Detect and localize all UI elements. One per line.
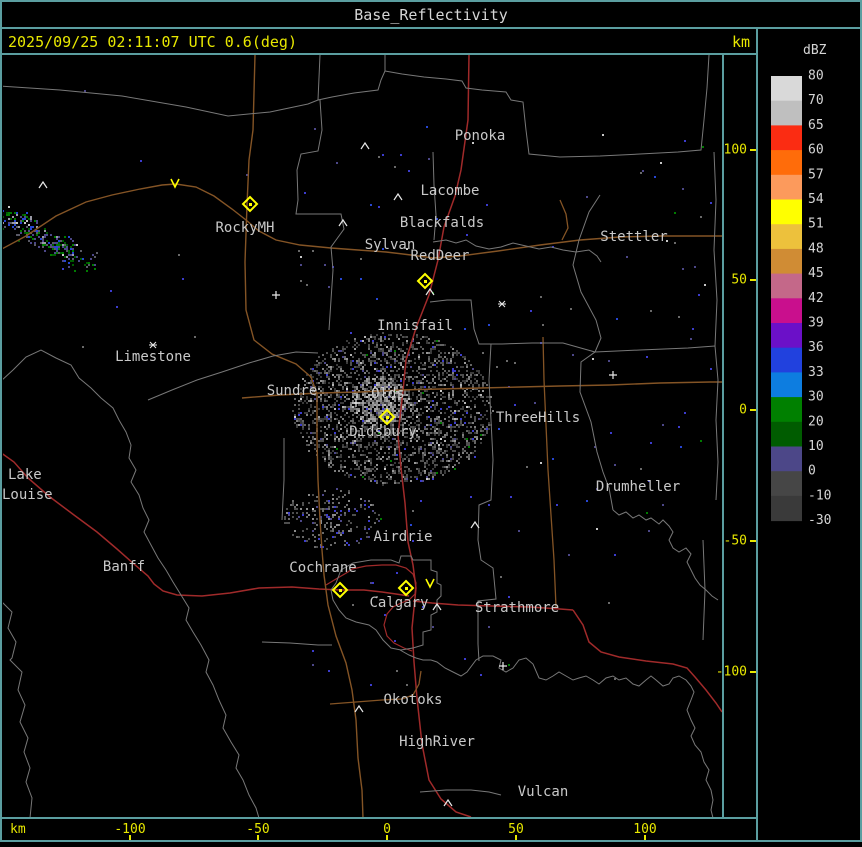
legend-label: 45 [808,266,824,281]
legend-label: 51 [808,217,824,232]
legend-label: 20 [808,414,824,429]
legend-swatch-33 [771,372,802,398]
legend-label: 36 [808,340,824,355]
x-axis-unit: km [10,822,26,837]
legend-swatch-0 [771,471,802,497]
legend-unit: dBZ [803,43,827,58]
title-bar: Base_Reflectivity [354,6,508,24]
city-label-okotoks: Okotoks [383,692,442,708]
city-label-vulcan: Vulcan [518,784,569,800]
city-label-cochrane: Cochrane [289,560,356,576]
legend-swatch-39 [771,323,802,349]
city-label-louise: Louise [2,487,53,503]
radar-application-window: Base_Reflectivity 2025/09/25 02:11:07 UT… [0,0,862,842]
city-label-reddeer: RedDeer [410,248,469,264]
y-tick-label: -50 [724,534,747,549]
legend-swatch-70 [771,100,802,126]
city-label-drumheller: Drumheller [596,479,680,495]
city-label-sylvan: Sylvan [365,237,416,253]
legend-swatch--10 [771,495,802,522]
legend-swatch-45 [771,273,802,299]
range-unit-label: km [732,33,750,51]
x-tick-label: -100 [114,822,145,837]
timestamp: 2025/09/25 02:11:07 UTC 0.6(deg) [8,33,297,51]
city-label-stettler: Stettler [600,229,667,245]
legend-label: 42 [808,291,824,306]
legend-swatch-54 [771,199,802,225]
legend-label: 10 [808,439,824,454]
city-label-olds: Olds [371,386,405,402]
legend-swatch-36 [771,347,802,373]
y-tick-label: -100 [716,665,747,680]
window-title: Base_Reflectivity [354,6,508,24]
legend-label: 57 [808,167,824,182]
legend-swatch-30 [771,397,802,423]
city-label-innisfail: Innisfail [377,318,453,334]
legend-swatch-48 [771,248,802,275]
city-label-airdrie: Airdrie [373,529,432,545]
legend-swatch-57 [771,174,802,200]
legend-swatch-60 [771,150,802,176]
legend-label: 65 [808,118,824,133]
legend-label: 33 [808,365,824,380]
legend-swatch-20 [771,421,802,447]
city-label-limestone: Limestone [115,349,191,365]
city-label-highriver: HighRiver [399,734,475,750]
legend-label: 0 [808,464,816,479]
legend-label: 30 [808,390,824,405]
legend-swatch-80 [771,76,802,102]
x-tick-label: 100 [633,822,656,837]
legend-label: 39 [808,316,824,331]
legend-label: -10 [808,488,831,503]
city-label-ponoka: Ponoka [455,128,506,144]
legend-label: -30 [808,513,831,528]
legend-swatch-10 [771,446,802,472]
legend-swatch-65 [771,125,802,151]
city-label-lacombe: Lacombe [420,183,479,199]
city-label-sundre: Sundre [267,383,318,399]
radar-display: Base_Reflectivity 2025/09/25 02:11:07 UT… [0,0,862,842]
city-label-blackfalds: Blackfalds [400,215,484,231]
legend-label: 54 [808,192,824,207]
legend-label: 60 [808,143,824,158]
city-label-lake: Lake [8,467,42,483]
legend-label: 48 [808,241,824,256]
x-tick-label: 50 [508,822,524,837]
x-tick-label: 0 [383,822,391,837]
city-label-didsbury: Didsbury [349,424,416,440]
legend-swatch-42 [771,298,802,324]
city-label-strathmore: Strathmore [475,600,559,616]
city-label-calgary: Calgary [369,595,428,611]
legend-swatch-51 [771,224,802,250]
y-tick-label: 50 [731,273,747,288]
legend-label: 80 [808,69,824,84]
legend-label: 70 [808,93,824,108]
y-tick-label: 0 [739,403,747,418]
y-tick-label: 100 [724,143,747,158]
city-label-threehills: ThreeHills [496,410,580,426]
city-label-rockymh: RockyMH [215,220,274,236]
x-tick-label: -50 [246,822,269,837]
city-label-banff: Banff [103,559,145,575]
